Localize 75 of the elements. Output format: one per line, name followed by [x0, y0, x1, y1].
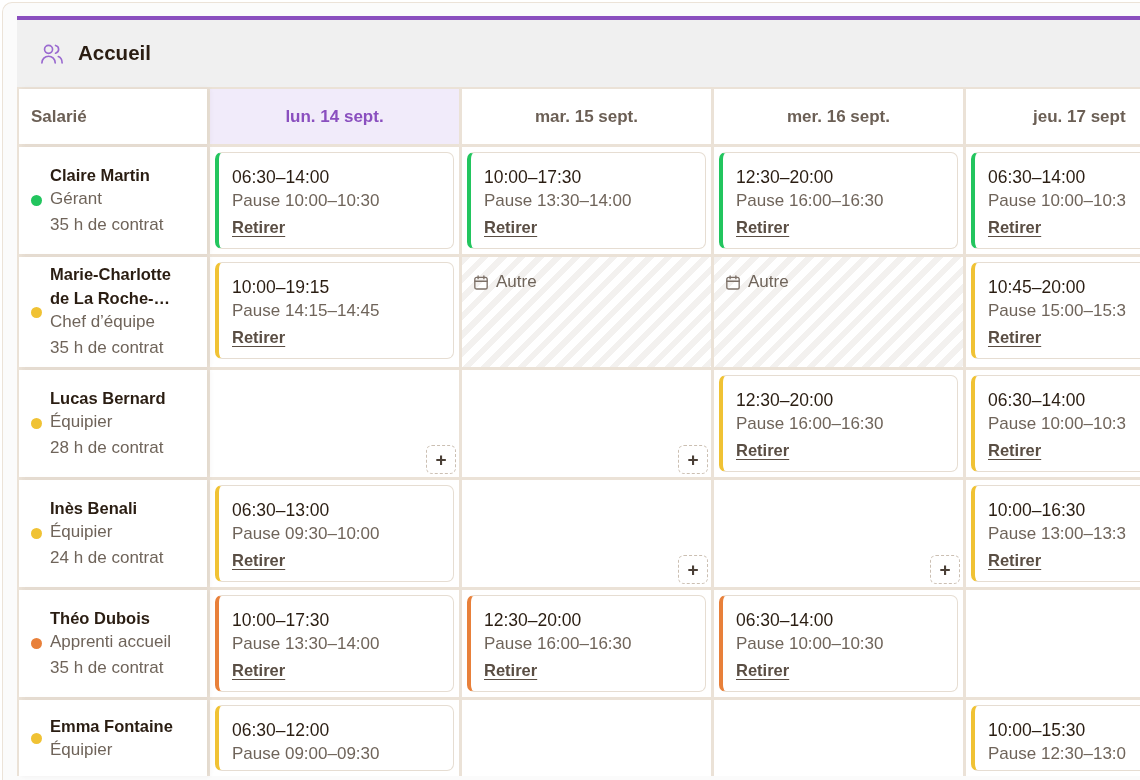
- shift-time: 12:30–20:00: [736, 389, 835, 412]
- shift-time: 12:30–20:00: [484, 609, 583, 632]
- break-time: Pause 16:00–16:30: [736, 190, 885, 212]
- column-header: Salarié: [19, 89, 207, 144]
- contract-hours: 24 h de contrat: [50, 546, 165, 569]
- shift-time: 10:00–17:30: [484, 166, 583, 189]
- people-icon: [41, 43, 63, 64]
- add-shift-button[interactable]: +: [426, 445, 456, 474]
- remove-link[interactable]: Retirer: [484, 216, 538, 238]
- remove-link[interactable]: Retirer: [232, 326, 286, 348]
- break-time: Pause 10:00–10:3: [988, 413, 1127, 435]
- absence-label: Autre: [496, 272, 537, 292]
- remove-link[interactable]: Retirer: [484, 659, 538, 681]
- shift-time: 12:30–20:00: [736, 166, 835, 189]
- remove-link[interactable]: Retirer: [736, 439, 790, 461]
- contract-hours: 28 h de contrat: [50, 436, 165, 459]
- remove-link[interactable]: Retirer: [988, 326, 1042, 348]
- remove-link[interactable]: Retirer: [988, 549, 1042, 571]
- employee-role: Équipier: [50, 520, 114, 543]
- employee-role: Équipier: [50, 410, 114, 433]
- employee-role: Équipier: [50, 739, 114, 761]
- break-time: Pause 09:30–10:00: [232, 523, 381, 545]
- shift-time: 06:30–14:00: [232, 166, 331, 189]
- employee-role: Apprenti accueil: [50, 630, 172, 653]
- employee-role: Gérant: [50, 187, 103, 210]
- day-header[interactable]: mer. 16 sept.: [714, 89, 963, 144]
- calendar-icon: [474, 274, 488, 290]
- break-time: Pause 10:00–10:30: [232, 190, 381, 212]
- break-time: Pause 15:00–15:3: [988, 300, 1127, 322]
- contract-hours: 35 h de contrat: [50, 656, 165, 679]
- break-time: Pause 13:00–13:3: [988, 523, 1127, 545]
- shift-time: 10:45–20:00: [988, 276, 1087, 299]
- contract-hours: 35 h de contrat: [50, 337, 165, 359]
- employee-name: Marie-Charlotte de La Roche-…: [50, 264, 173, 309]
- shift-time: 06:30–14:00: [736, 609, 835, 632]
- shift-time: 06:30–14:00: [988, 389, 1087, 412]
- remove-link[interactable]: Retirer: [232, 659, 286, 681]
- break-time: Pause 16:00–16:30: [736, 413, 885, 435]
- shift-time: 10:00–16:30: [988, 499, 1087, 522]
- remove-link[interactable]: Retirer: [988, 439, 1042, 461]
- remove-link[interactable]: Retirer: [736, 659, 790, 681]
- shift-time: 10:00–15:30: [988, 719, 1087, 742]
- break-time: Pause 13:30–14:00: [484, 190, 633, 212]
- shift-time: 06:30–14:00: [988, 166, 1087, 189]
- add-shift-button[interactable]: +: [930, 555, 960, 584]
- break-time: Pause 10:00–10:30: [736, 633, 885, 655]
- employee-name: Théo Dubois: [50, 607, 151, 629]
- calendar-icon: [726, 274, 740, 290]
- employee-name: Emma Fontaine: [50, 716, 174, 737]
- shift-time: 06:30–13:00: [232, 499, 331, 522]
- add-shift-button[interactable]: +: [678, 445, 708, 474]
- shift-time: 06:30–12:00: [232, 719, 331, 742]
- shift-time: 10:00–17:30: [232, 609, 331, 632]
- break-time: Pause 09:00–09:30: [232, 743, 381, 765]
- remove-link[interactable]: Retirer: [988, 216, 1042, 238]
- remove-link[interactable]: Retirer: [736, 216, 790, 238]
- contract-hours: 35 h de contrat: [50, 213, 165, 236]
- break-time: Pause 13:30–14:00: [232, 633, 381, 655]
- absence-label: Autre: [748, 272, 789, 292]
- remove-link[interactable]: Retirer: [232, 216, 286, 238]
- break-time: Pause 10:00–10:3: [988, 190, 1127, 212]
- break-time: Pause 14:15–14:45: [232, 300, 381, 322]
- employee-name: Lucas Bernard: [50, 387, 167, 409]
- shift-time: 10:00–19:15: [232, 276, 331, 299]
- day-header[interactable]: lun. 14 sept.: [210, 89, 459, 144]
- panel-title: Accueil: [78, 40, 151, 67]
- break-time: Pause 16:00–16:30: [484, 633, 633, 655]
- employee-name: Claire Martin: [50, 164, 151, 186]
- employee-role: Chef d’équipe: [50, 311, 156, 333]
- day-header[interactable]: jeu. 17 sept: [966, 89, 1140, 144]
- break-time: Pause 12:30–13:0: [988, 743, 1127, 765]
- day-header[interactable]: mar. 15 sept.: [462, 89, 711, 144]
- employee-name: Inès Benali: [50, 497, 139, 519]
- add-shift-button[interactable]: +: [678, 555, 708, 584]
- remove-link[interactable]: Retirer: [232, 549, 286, 571]
